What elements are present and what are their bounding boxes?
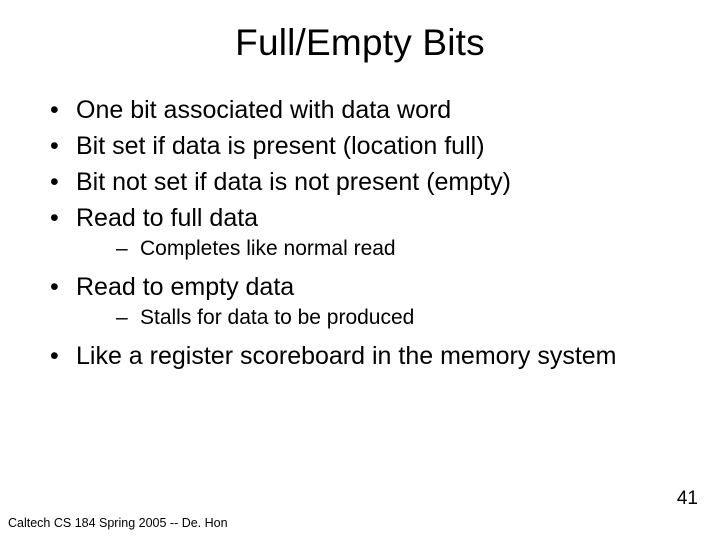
bullet-item: Read to full data Completes like normal … xyxy=(44,202,680,263)
bullet-list: One bit associated with data word Bit se… xyxy=(44,94,680,372)
sub-bullet-list: Stalls for data to be produced xyxy=(76,305,680,332)
page-number: 41 xyxy=(677,488,698,510)
sub-bullet-list: Completes like normal read xyxy=(76,236,680,263)
bullet-item: One bit associated with data word xyxy=(44,94,680,126)
bullet-item: Read to empty data Stalls for data to be… xyxy=(44,271,680,332)
bullet-item: Bit set if data is present (location ful… xyxy=(44,130,680,162)
sub-bullet-text: Stalls for data to be produced xyxy=(140,306,414,329)
bullet-text: Read to full data xyxy=(76,204,258,232)
slide-body: One bit associated with data word Bit se… xyxy=(0,76,720,372)
bullet-text: Read to empty data xyxy=(76,273,294,301)
sub-bullet-text: Completes like normal read xyxy=(140,237,396,260)
slide-title: Full/Empty Bits xyxy=(0,0,720,76)
bullet-text: Bit set if data is present (location ful… xyxy=(76,132,485,160)
bullet-item: Like a register scoreboard in the memory… xyxy=(44,340,680,372)
bullet-text: Bit not set if data is not present (empt… xyxy=(76,168,511,196)
bullet-text: Like a register scoreboard in the memory… xyxy=(76,342,617,370)
sub-bullet-item: Completes like normal read xyxy=(76,236,680,263)
slide: Full/Empty Bits One bit associated with … xyxy=(0,0,720,540)
sub-bullet-item: Stalls for data to be produced xyxy=(76,305,680,332)
bullet-item: Bit not set if data is not present (empt… xyxy=(44,166,680,198)
slide-footer: Caltech CS 184 Spring 2005 -- De. Hon xyxy=(8,516,228,530)
bullet-text: One bit associated with data word xyxy=(76,96,451,124)
